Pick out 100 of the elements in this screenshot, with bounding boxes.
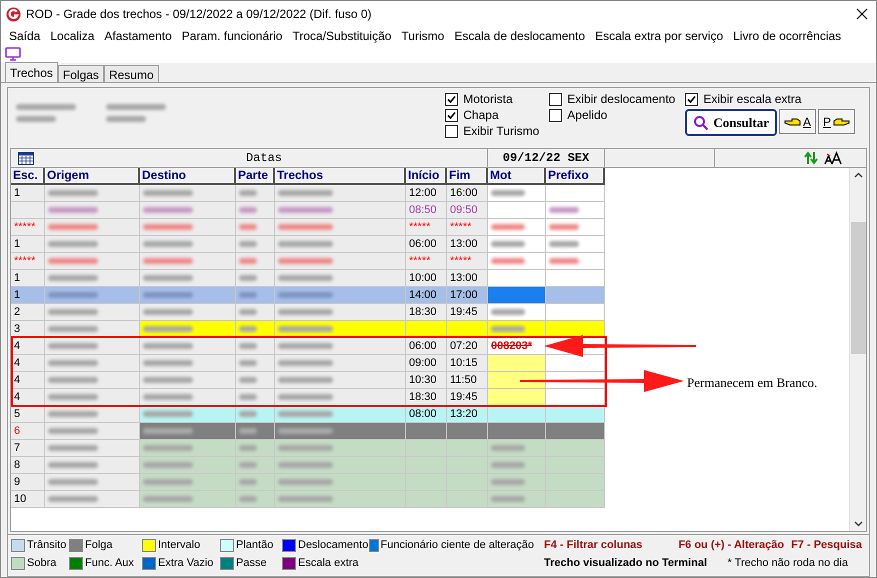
redacted-text	[48, 258, 98, 264]
refresh-icon[interactable]	[804, 151, 818, 165]
arrow-right-icon	[519, 368, 685, 394]
redacted-text	[16, 116, 56, 122]
checkbox-label: Exibir Turismo	[463, 123, 540, 140]
font-size-icon[interactable]	[824, 151, 842, 165]
redacted-text	[239, 462, 257, 468]
checkbox[interactable]	[445, 108, 458, 122]
redacted-text	[143, 445, 193, 451]
table-cell: *****	[447, 253, 488, 270]
shortcut-hint: F7 - Pesquisa	[791, 538, 862, 553]
table-cell: 16:00	[447, 185, 488, 202]
table-cell: 19:45	[447, 304, 488, 321]
check-icon	[687, 94, 696, 104]
redacted-text	[239, 224, 257, 230]
tab[interactable]: Trechos	[5, 62, 58, 82]
redacted-text	[48, 445, 98, 451]
hand-icon	[832, 116, 850, 126]
table-cell: 1	[11, 287, 45, 304]
redacted-text	[143, 241, 193, 247]
redacted-text	[143, 224, 193, 230]
tab[interactable]: Resumo	[104, 65, 159, 82]
menu-item[interactable]: Saída	[4, 27, 46, 45]
table-cell: 09:50	[447, 202, 488, 219]
table-cell: *****	[11, 253, 45, 270]
table-cell: 2	[11, 304, 45, 321]
table-cell	[546, 287, 605, 304]
table-cell: 9	[11, 474, 45, 491]
menu-item[interactable]: Escala de deslocamento	[449, 27, 590, 45]
redacted-text	[143, 292, 193, 298]
scrollbar-thumb[interactable]	[850, 222, 866, 354]
table-cell: *****	[11, 219, 45, 236]
table-cell: 13:00	[447, 270, 488, 287]
menu-item[interactable]: Param. funcionário	[176, 27, 288, 45]
monitor-icon[interactable]	[5, 47, 21, 61]
table-cell: *****	[406, 253, 447, 270]
table-cell: 06:00	[406, 236, 447, 253]
redacted-text	[491, 258, 525, 264]
redacted-text	[278, 224, 333, 230]
consult-button[interactable]: Consultar	[685, 109, 777, 136]
redacted-text	[239, 309, 257, 315]
close-icon[interactable]	[856, 8, 868, 20]
table-cell: 1	[11, 236, 45, 253]
redacted-text	[491, 462, 525, 468]
table-cell: 06:00	[406, 338, 447, 355]
table-cell	[546, 355, 605, 372]
checkbox[interactable]	[549, 92, 562, 106]
redacted-text	[491, 326, 525, 332]
redacted-text	[239, 258, 257, 264]
redacted-text	[16, 104, 76, 110]
table-cell: 09:00	[406, 355, 447, 372]
redacted-text	[48, 309, 98, 315]
redacted-text	[278, 309, 333, 315]
redacted-text	[239, 241, 257, 247]
checkbox[interactable]	[685, 92, 698, 106]
legend-label: Funcionário ciente de alteração	[380, 538, 534, 553]
menu-item[interactable]: Localiza	[45, 27, 100, 45]
scroll-down-icon[interactable]	[854, 521, 862, 527]
redacted-text	[143, 411, 193, 417]
checkbox[interactable]	[445, 92, 458, 106]
search-icon	[693, 114, 710, 130]
table-cell	[447, 423, 488, 440]
redacted-text	[48, 496, 98, 502]
tab[interactable]: Folgas	[58, 65, 104, 82]
menu-item[interactable]: Escala extra por serviço	[590, 27, 728, 45]
legend-label: Folga	[85, 538, 113, 553]
redacted-text	[239, 360, 257, 366]
table-cell: 08:50	[406, 202, 447, 219]
menu-item[interactable]: Livro de ocorrências	[728, 27, 846, 45]
table-cell: 12:00	[406, 185, 447, 202]
next-button[interactable]: P	[818, 109, 855, 134]
redacted-text	[239, 190, 257, 196]
table-cell: 18:30	[406, 304, 447, 321]
redacted-text	[143, 275, 193, 281]
redacted-text	[491, 241, 525, 247]
redacted-text	[278, 394, 333, 400]
scroll-up-icon[interactable]	[854, 172, 862, 178]
table-cell: *****	[447, 219, 488, 236]
redacted-text	[48, 411, 98, 417]
table-cell: 7	[11, 440, 45, 457]
redacted-text	[48, 428, 98, 434]
redacted-text	[491, 309, 525, 315]
redacted-text	[48, 479, 98, 485]
redacted-text	[278, 411, 333, 417]
table-cell: 1	[11, 185, 45, 202]
calendar-icon[interactable]	[18, 152, 34, 164]
redacted-text	[278, 275, 333, 281]
previous-button[interactable]: A	[778, 109, 816, 134]
checkbox[interactable]	[445, 124, 458, 138]
checkbox[interactable]	[549, 108, 562, 122]
redacted-text	[239, 377, 257, 383]
menu-item[interactable]: Turismo	[396, 27, 450, 45]
redacted-text	[143, 343, 193, 349]
redacted-text	[143, 207, 193, 213]
table-cell: 10:15	[447, 355, 488, 372]
menu-item[interactable]: Afastamento	[99, 27, 177, 45]
redacted-text	[143, 258, 193, 264]
menu-item[interactable]: Troca/Substituição	[287, 27, 396, 45]
redacted-text	[239, 411, 257, 417]
redacted-text	[143, 462, 193, 468]
